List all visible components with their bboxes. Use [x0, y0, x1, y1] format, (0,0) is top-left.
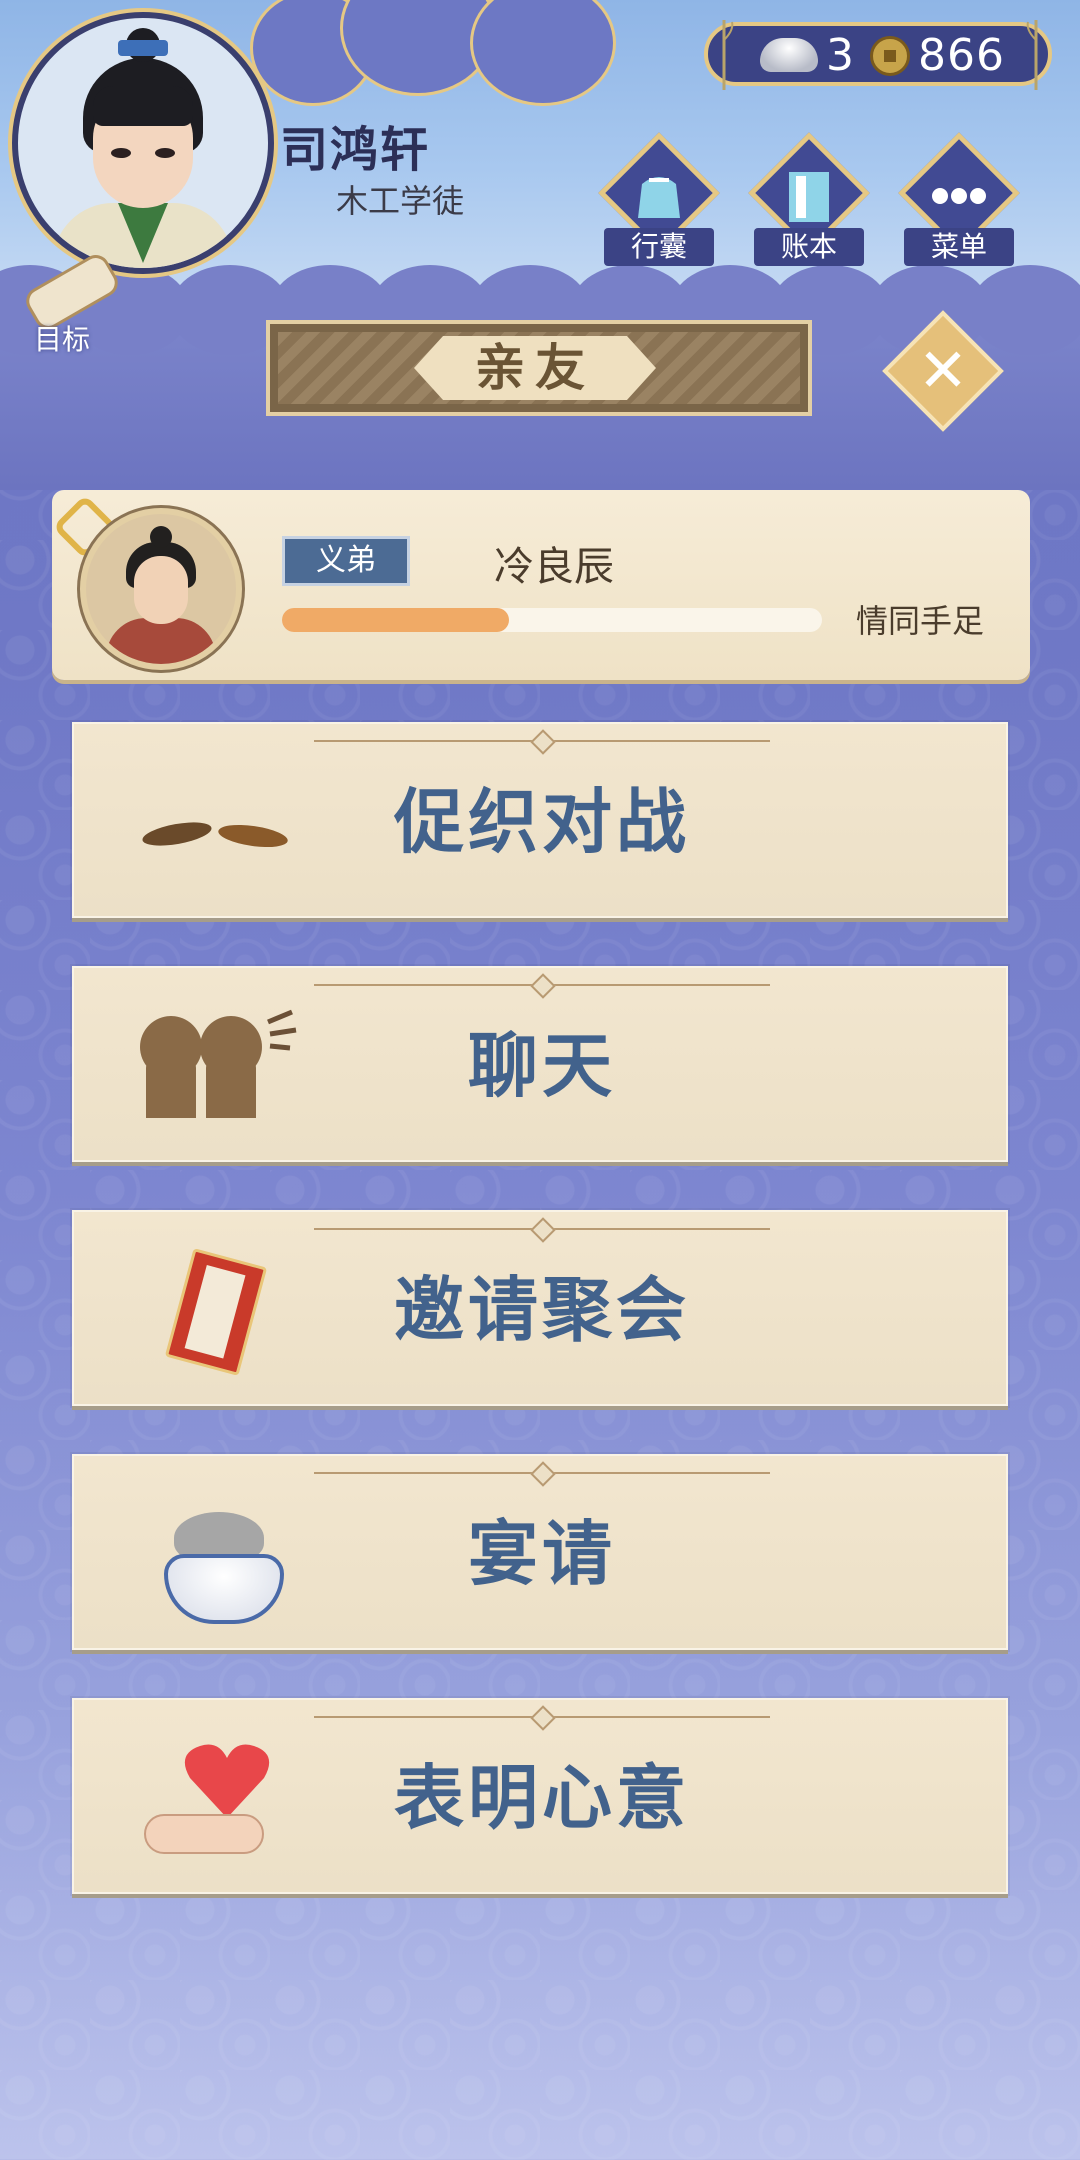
friend-name: 冷良辰: [494, 544, 614, 590]
bag-label: 行囊: [604, 228, 714, 266]
bond-progress-bar: [282, 608, 822, 632]
menu-button[interactable]: 菜单: [894, 132, 1024, 270]
close-icon[interactable]: ✕: [900, 328, 986, 414]
bamboo-icon: [1026, 20, 1038, 90]
friend-card[interactable]: 义弟 冷良辰 情同手足: [52, 490, 1030, 680]
feast-label: 宴请: [468, 1513, 616, 1595]
player-avatar[interactable]: [12, 12, 274, 274]
silver-ingot-icon: [760, 38, 818, 72]
confess-button[interactable]: 表明心意: [72, 1698, 1008, 1894]
chat-button[interactable]: 聊天: [72, 966, 1008, 1162]
cricket-battle-button[interactable]: 促织对战: [72, 722, 1008, 918]
confess-label: 表明心意: [394, 1757, 690, 1839]
chat-label: 聊天: [468, 1025, 616, 1107]
goal-label: 目标: [34, 323, 91, 356]
feast-button[interactable]: 宴请: [72, 1454, 1008, 1650]
section-title: 亲友: [475, 339, 595, 397]
silver-count: 3: [826, 30, 854, 81]
more-icon: [932, 188, 986, 204]
ledger-button[interactable]: 账本: [744, 132, 874, 270]
currency-panel: 3 866: [704, 20, 1052, 90]
bag-icon: [638, 177, 680, 218]
ledger-label: 账本: [754, 228, 864, 266]
goal-button[interactable]: 目标: [14, 249, 124, 362]
player-name: 司鸿轩: [280, 122, 431, 178]
cricket-battle-label: 促织对战: [394, 781, 690, 863]
player-title: 木工学徒: [336, 182, 465, 220]
friend-avatar: [80, 508, 242, 670]
cloud-decoration: [230, 0, 690, 106]
menu-label: 菜单: [904, 228, 1014, 266]
coin-count: 866: [918, 30, 1005, 81]
bamboo-icon: [722, 20, 734, 90]
bag-button[interactable]: 行囊: [594, 132, 724, 270]
bond-level-label: 情同手足: [856, 602, 985, 640]
bond-progress-fill: [282, 608, 509, 632]
relation-badge: 义弟: [282, 536, 410, 586]
copper-coin-icon: [870, 36, 910, 76]
section-banner: 亲友: [266, 320, 812, 416]
invite-party-label: 邀请聚会: [394, 1269, 690, 1351]
ledger-icon: [789, 172, 829, 222]
invite-party-button[interactable]: 邀请聚会: [72, 1210, 1008, 1406]
